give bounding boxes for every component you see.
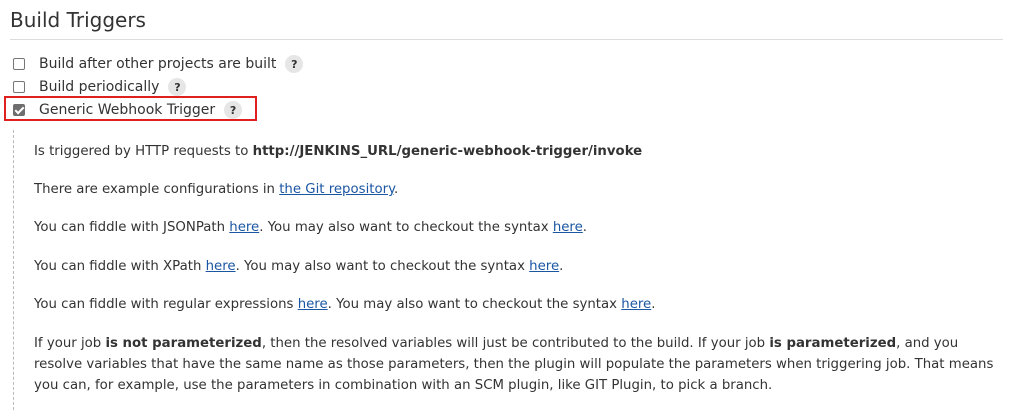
desc-xpath-mid: . You may also want to checkout the synt…: [235, 259, 530, 274]
webhook-endpoint-url: http://JENKINS_URL/generic-webhook-trigg…: [252, 144, 643, 159]
regex-syntax-link[interactable]: here: [621, 297, 651, 312]
build-after-other-projects-checkbox[interactable]: [13, 58, 25, 70]
desc-parameterized-paragraph: If your job is not parameterized, then t…: [34, 333, 1002, 396]
section-divider: [10, 39, 1003, 40]
build-periodically-help-icon[interactable]: ?: [168, 78, 187, 96]
trigger-build-periodically: Build periodically ?: [13, 77, 187, 97]
desc-xpath-paragraph: You can fiddle with XPath here. You may …: [34, 256, 1002, 277]
git-repository-link[interactable]: the Git repository: [279, 182, 394, 197]
desc-xpath-text: You can fiddle with XPath: [34, 259, 206, 274]
desc-regex-paragraph: You can fiddle with regular expressions …: [34, 294, 1002, 315]
desc-examples-paragraph: There are example configurations in the …: [34, 179, 1002, 200]
desc-jsonpath-mid: . You may also want to checkout the synt…: [259, 220, 553, 235]
section-title: Build Triggers: [10, 8, 146, 32]
desc-param-parameterized: is parameterized: [769, 336, 897, 351]
trigger-build-after-other-projects: Build after other projects are built ?: [13, 54, 304, 74]
desc-param-not-parameterized: is not parameterized: [105, 336, 262, 351]
desc-param-text-a: If your job: [34, 336, 106, 351]
desc-jsonpath-paragraph: You can fiddle with JSONPath here. You m…: [34, 217, 1002, 238]
regex-fiddle-link[interactable]: here: [298, 297, 328, 312]
xpath-syntax-link[interactable]: here: [529, 259, 559, 274]
build-after-other-projects-label[interactable]: Build after other projects are built: [39, 56, 276, 72]
xpath-fiddle-link[interactable]: here: [206, 259, 236, 274]
desc-regex-text: You can fiddle with regular expressions: [34, 297, 298, 312]
desc-jsonpath-text: You can fiddle with JSONPath: [34, 220, 230, 235]
build-periodically-label[interactable]: Build periodically: [39, 79, 159, 95]
highlight-annotation-box: [4, 96, 257, 121]
jsonpath-fiddle-link[interactable]: here: [229, 220, 259, 235]
desc-jsonpath-end: .: [582, 220, 588, 235]
desc-examples-end: .: [394, 182, 399, 197]
desc-regex-mid: . You may also want to checkout the synt…: [327, 297, 622, 312]
build-periodically-checkbox[interactable]: [13, 81, 25, 93]
desc-examples-text: There are example configurations in: [34, 182, 280, 197]
jsonpath-syntax-link[interactable]: here: [553, 220, 583, 235]
desc-endpoint-paragraph: Is triggered by HTTP requests to http://…: [34, 141, 1002, 162]
nested-section-dashed-rule: [13, 130, 14, 410]
desc-regex-end: .: [651, 297, 656, 312]
build-after-other-projects-help-icon[interactable]: ?: [285, 55, 304, 73]
desc-endpoint-text: Is triggered by HTTP requests to: [34, 144, 253, 159]
desc-param-text-c: , then the resolved variables will just …: [261, 336, 770, 351]
desc-xpath-end: .: [559, 259, 564, 274]
